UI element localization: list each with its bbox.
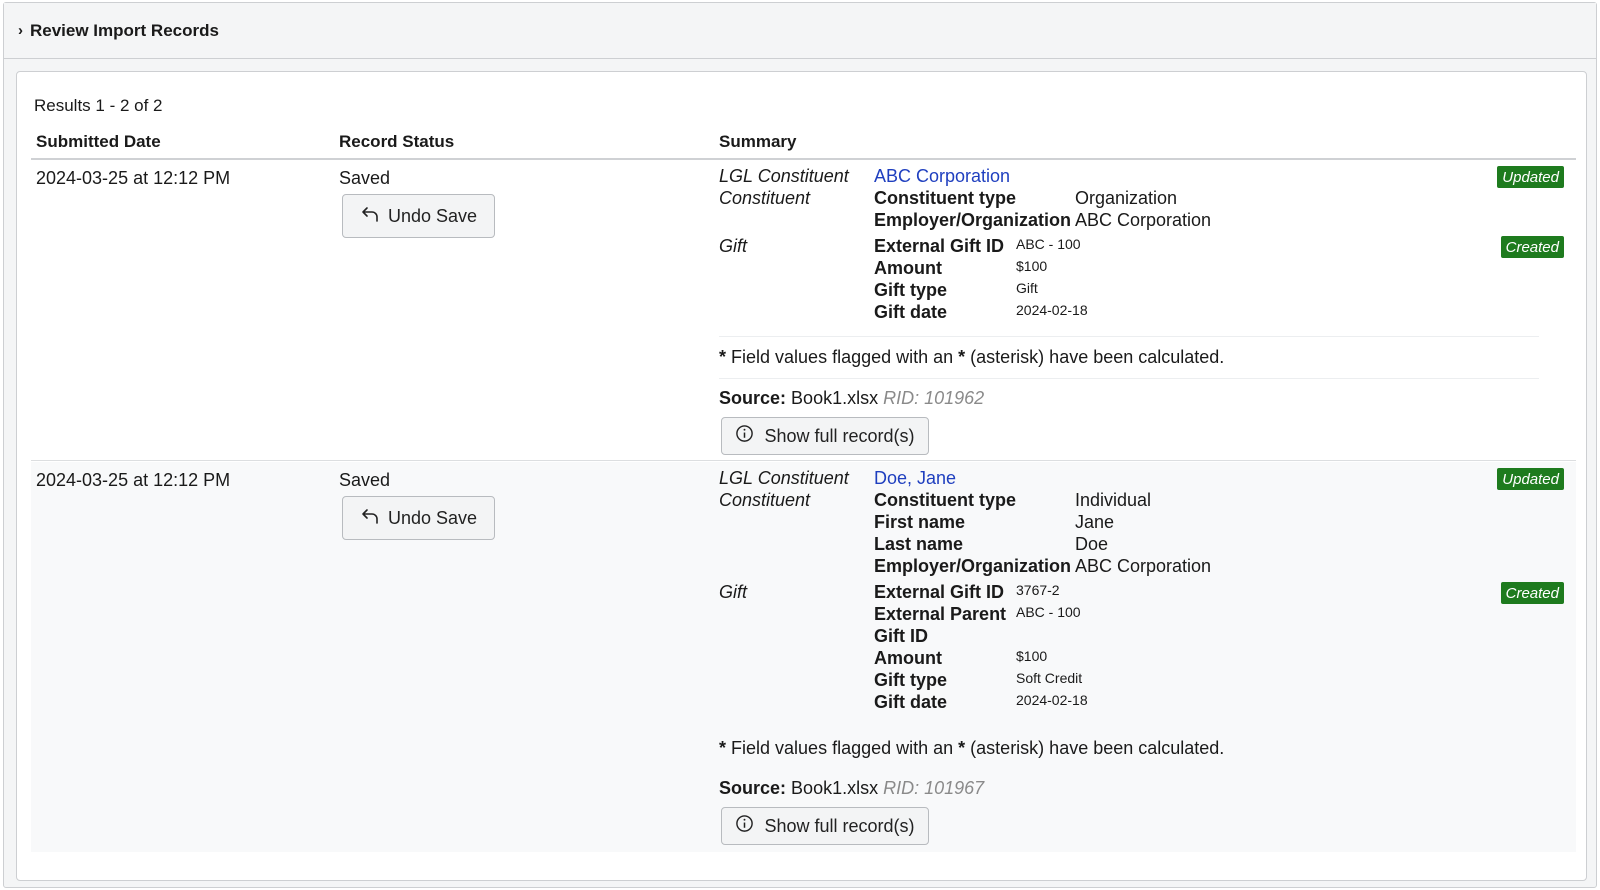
undo-save-button[interactable]: Undo Save (342, 194, 495, 238)
field-value: Gift (1016, 280, 1038, 296)
submitted-date: 2024-03-25 at 12:12 PM (36, 168, 231, 188)
show-full-records-label: Show full record(s) (764, 425, 915, 446)
column-header-record-status: Record Status (339, 132, 455, 151)
field-value: ABC Corporation (1075, 210, 1212, 230)
source-line: Source: Book1.xlsx RID: 101962 (719, 388, 985, 408)
column-header-submitted-date: Submitted Date (36, 132, 161, 151)
field-name: Amount (874, 648, 942, 668)
divider (719, 336, 1539, 337)
chevron-right-icon: › (18, 22, 23, 39)
show-full-records-label: Show full record(s) (764, 815, 915, 836)
calculated-fields-note: * Field values flagged with an * (asteri… (719, 738, 1225, 758)
field-name: Amount (874, 258, 942, 278)
field-value: 3767-2 (1016, 582, 1060, 598)
field-value: Doe (1075, 534, 1109, 554)
field-value: Organization (1075, 188, 1178, 208)
undo-save-label: Undo Save (387, 205, 478, 226)
undo-arrow-icon (360, 204, 380, 229)
info-circle-icon (735, 424, 754, 448)
gift-label: Gift (719, 582, 748, 602)
table-row: 2024-03-25 at 12:12 PM Saved Undo Save L… (31, 160, 1576, 461)
field-value: Soft Credit (1016, 670, 1083, 686)
source-file: Book1.xlsx (791, 388, 879, 408)
constituent-label: Constituent (719, 490, 811, 510)
submitted-date: 2024-03-25 at 12:12 PM (36, 470, 231, 490)
field-name: Gift type (874, 280, 948, 300)
constituent-link[interactable]: ABC Corporation (874, 166, 1010, 187)
constituent-link[interactable]: Doe, Jane (874, 468, 956, 489)
field-value: Jane (1075, 512, 1115, 532)
undo-save-label: Undo Save (387, 507, 478, 528)
undo-arrow-icon (360, 506, 380, 531)
gift-label: Gift (719, 236, 748, 256)
divider (719, 378, 1539, 379)
field-name: Constituent type (874, 188, 1016, 208)
field-name: Gift ID (874, 626, 928, 646)
calculated-fields-note: * Field values flagged with an * (asteri… (719, 347, 1225, 367)
lgl-constituent-label: LGL Constituent (719, 166, 849, 186)
table-row: 2024-03-25 at 12:12 PM Saved Undo Save L… (31, 462, 1576, 852)
panel-title: Review Import Records (30, 20, 219, 40)
record-status: Saved (339, 168, 391, 188)
field-name: Last name (874, 534, 964, 554)
field-name: Constituent type (874, 490, 1016, 510)
field-name: Employer/Organization (874, 210, 1072, 230)
field-name: Employer/Organization (874, 556, 1072, 576)
review-import-panel: › Review Import Records Results 1 - 2 of… (3, 2, 1597, 888)
panel-header-toggle[interactable]: › Review Import Records (4, 3, 1596, 59)
column-header-summary: Summary (719, 132, 797, 151)
constituent-label: Constituent (719, 188, 811, 208)
field-name: Gift type (874, 670, 948, 690)
field-value: 2024-02-18 (1016, 692, 1088, 708)
field-name: External Gift ID (874, 582, 1005, 602)
field-name: Gift date (874, 692, 948, 712)
show-full-records-button[interactable]: Show full record(s) (721, 417, 929, 455)
field-name: First name (874, 512, 966, 532)
updated-badge: Updated (1497, 468, 1564, 490)
field-value: $100 (1016, 648, 1048, 664)
info-circle-icon (735, 814, 754, 838)
field-value: Individual (1075, 490, 1152, 510)
field-value: ABC - 100 (1016, 236, 1081, 252)
field-value: ABC - 100 (1016, 604, 1081, 620)
updated-badge: Updated (1497, 166, 1564, 188)
results-container: Results 1 - 2 of 2 Submitted Date Record… (16, 71, 1587, 881)
results-count: Results 1 - 2 of 2 (34, 96, 163, 115)
created-badge: Created (1500, 236, 1564, 258)
record-id: RID: 101967 (883, 778, 985, 798)
show-full-records-button[interactable]: Show full record(s) (721, 807, 929, 845)
field-value: ABC Corporation (1075, 556, 1212, 576)
field-value: 2024-02-18 (1016, 302, 1088, 318)
source-file: Book1.xlsx (791, 778, 879, 798)
field-name: External Parent (874, 604, 1007, 624)
field-value: $100 (1016, 258, 1048, 274)
source-line: Source: Book1.xlsx RID: 101967 (719, 778, 985, 798)
lgl-constituent-label: LGL Constituent (719, 468, 849, 488)
record-id: RID: 101962 (883, 388, 985, 408)
record-status: Saved (339, 470, 391, 490)
field-name: External Gift ID (874, 236, 1005, 256)
field-name: Gift date (874, 302, 948, 322)
undo-save-button[interactable]: Undo Save (342, 496, 495, 540)
created-badge: Created (1500, 582, 1564, 604)
table-header: Submitted Date Record Status Summary (31, 130, 1576, 160)
